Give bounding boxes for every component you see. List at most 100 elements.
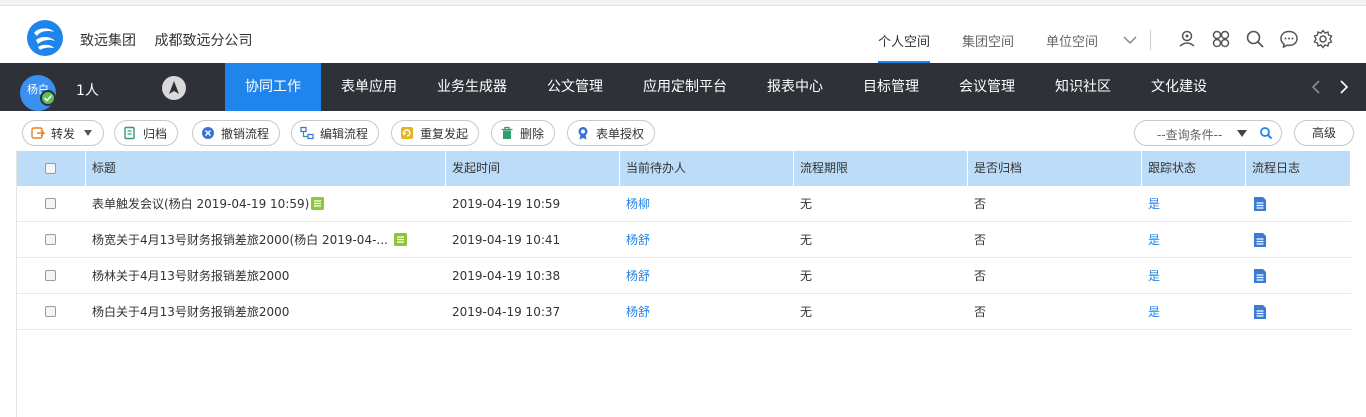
row-handler[interactable]: 杨舒 xyxy=(620,222,794,258)
row-handler[interactable]: 杨舒 xyxy=(620,258,794,294)
row-tracking[interactable]: 是 xyxy=(1142,222,1246,258)
delete-label: 删除 xyxy=(520,126,545,141)
row-title[interactable]: 表单触发会议(杨白 2019-04-19 10:59) xyxy=(92,197,309,211)
table-row[interactable]: 杨宽关于4月13号财务报销差旅2000(杨白 2019-04-... 2019-… xyxy=(17,222,1351,258)
form-icon xyxy=(311,196,325,210)
row-deadline: 无 xyxy=(800,305,813,319)
settings-icon[interactable] xyxy=(1306,27,1340,51)
branch-name: 成都致远分公司 xyxy=(154,33,253,49)
org-name: 致远集团 xyxy=(80,33,136,49)
row-checkbox[interactable] xyxy=(45,234,56,245)
column-header-title[interactable]: 标题 xyxy=(86,151,446,186)
archive-label: 归档 xyxy=(143,126,168,141)
table-row[interactable]: 杨林关于4月13号财务报销差旅2000 2019-04-19 10:38 杨舒 … xyxy=(17,258,1351,294)
archive-icon xyxy=(124,126,135,140)
search-icon[interactable] xyxy=(1259,126,1273,140)
org-title: 致远集团 成都致远分公司 xyxy=(80,30,266,50)
column-header-current-handler[interactable]: 当前待办人 xyxy=(620,151,794,186)
row-deadline: 无 xyxy=(800,269,813,283)
online-user-count[interactable]: 1人 xyxy=(76,80,99,100)
award-icon xyxy=(578,127,588,140)
tab-knowledge-community[interactable]: 知识社区 xyxy=(1035,63,1131,111)
row-title-cell[interactable]: 表单触发会议(杨白 2019-04-19 10:59) xyxy=(86,186,446,222)
table-row[interactable]: 表单触发会议(杨白 2019-04-19 10:59) 2019-04-19 1… xyxy=(17,186,1351,222)
column-header-archived[interactable]: 是否归档 xyxy=(968,151,1142,186)
revoke-icon xyxy=(202,127,214,139)
row-title-cell[interactable]: 杨宽关于4月13号财务报销差旅2000(杨白 2019-04-... xyxy=(86,222,446,258)
caret-down-icon xyxy=(1237,130,1247,137)
row-checkbox[interactable] xyxy=(45,306,56,317)
row-title-cell[interactable]: 杨白关于4月13号财务报销差旅2000 xyxy=(86,294,446,330)
header-divider xyxy=(1150,30,1151,50)
tab-scroll-controls xyxy=(1302,76,1358,98)
row-deadline: 无 xyxy=(800,233,813,247)
row-handler[interactable]: 杨舒 xyxy=(620,294,794,330)
column-header-deadline[interactable]: 流程期限 xyxy=(794,151,968,186)
resend-label: 重复发起 xyxy=(420,126,469,141)
row-archived: 否 xyxy=(974,197,987,211)
chevron-down-icon[interactable] xyxy=(1122,34,1138,46)
tab-goal-management[interactable]: 目标管理 xyxy=(843,63,939,111)
edit-flow-icon xyxy=(300,126,314,140)
tab-culture[interactable]: 文化建设 xyxy=(1131,63,1227,111)
table-row[interactable]: 杨白关于4月13号财务报销差旅2000 2019-04-19 10:37 杨舒 … xyxy=(17,294,1351,330)
row-tracking[interactable]: 是 xyxy=(1142,294,1246,330)
delete-button[interactable]: 删除 xyxy=(491,120,556,146)
row-title[interactable]: 杨林关于4月13号财务报销差旅2000 xyxy=(92,269,289,283)
form-authorize-button[interactable]: 表单授权 xyxy=(567,120,656,146)
archive-button[interactable]: 归档 xyxy=(114,120,179,146)
search-icon[interactable] xyxy=(1238,27,1272,51)
row-title[interactable]: 杨宽关于4月13号财务报销差旅2000(杨白 2019-04-... xyxy=(92,233,388,247)
row-tracking[interactable]: 是 xyxy=(1142,258,1246,294)
form-authorize-label: 表单授权 xyxy=(596,126,645,141)
apps-icon[interactable] xyxy=(1204,27,1238,51)
resend-icon xyxy=(401,127,413,139)
tab-form-apps[interactable]: 表单应用 xyxy=(321,63,417,111)
flow-log-icon[interactable] xyxy=(1253,268,1267,284)
tab-app-customization[interactable]: 应用定制平台 xyxy=(623,63,747,111)
tab-business-generator[interactable]: 业务生成器 xyxy=(417,63,527,111)
forward-icon xyxy=(31,127,45,139)
form-icon xyxy=(393,232,407,246)
select-all-checkbox[interactable] xyxy=(45,163,56,174)
flow-log-icon[interactable] xyxy=(1253,196,1267,212)
advanced-search-button[interactable]: 高级 xyxy=(1294,120,1354,146)
query-condition-select[interactable]: --查询条件-- xyxy=(1134,120,1282,146)
chevron-left-icon[interactable] xyxy=(1302,76,1330,98)
space-tab-group[interactable]: 集团空间 xyxy=(946,6,1030,63)
flow-log-icon[interactable] xyxy=(1253,232,1267,248)
edit-flow-label: 编辑流程 xyxy=(320,126,369,141)
row-start-time: 2019-04-19 10:59 xyxy=(452,197,561,211)
space-switcher: 个人空间 集团空间 单位空间 xyxy=(862,6,1114,63)
row-start-time: 2019-04-19 10:38 xyxy=(452,269,561,283)
column-header-start-time[interactable]: 发起时间 xyxy=(446,151,620,186)
location-icon[interactable] xyxy=(1170,27,1204,51)
tab-collaboration[interactable]: 协同工作 xyxy=(225,63,321,111)
caret-down-icon xyxy=(84,130,93,136)
row-title-cell[interactable]: 杨林关于4月13号财务报销差旅2000 xyxy=(86,258,446,294)
row-tracking[interactable]: 是 xyxy=(1142,186,1246,222)
row-start-time: 2019-04-19 10:37 xyxy=(452,305,561,319)
space-tab-unit[interactable]: 单位空间 xyxy=(1030,6,1114,63)
main-nav: 杨白 1人 协同工作 表单应用 业务生成器 公文管理 应用定制平台 报表中心 目… xyxy=(0,63,1366,111)
row-checkbox[interactable] xyxy=(45,198,56,209)
tab-report-center[interactable]: 报表中心 xyxy=(747,63,843,111)
revoke-flow-button[interactable]: 撤销流程 xyxy=(192,120,281,146)
row-handler[interactable]: 杨柳 xyxy=(620,186,794,222)
tab-document-management[interactable]: 公文管理 xyxy=(527,63,623,111)
chevron-right-icon[interactable] xyxy=(1330,76,1358,98)
row-deadline: 无 xyxy=(800,197,813,211)
forward-button[interactable]: 转发 xyxy=(22,120,105,146)
resend-button[interactable]: 重复发起 xyxy=(391,120,480,146)
table-header: 标题 发起时间 当前待办人 流程期限 是否归档 跟踪状态 流程日志 xyxy=(17,151,1351,186)
column-header-tracking[interactable]: 跟踪状态 xyxy=(1142,151,1246,186)
navigation-icon[interactable] xyxy=(162,76,186,100)
tab-meeting-management[interactable]: 会议管理 xyxy=(939,63,1035,111)
flow-log-icon[interactable] xyxy=(1253,304,1267,320)
message-icon[interactable] xyxy=(1272,27,1306,51)
column-header-flow-log[interactable]: 流程日志 xyxy=(1246,151,1351,186)
row-checkbox[interactable] xyxy=(45,270,56,281)
edit-flow-button[interactable]: 编辑流程 xyxy=(291,120,380,146)
row-title[interactable]: 杨白关于4月13号财务报销差旅2000 xyxy=(92,305,289,319)
space-tab-personal[interactable]: 个人空间 xyxy=(862,6,946,63)
